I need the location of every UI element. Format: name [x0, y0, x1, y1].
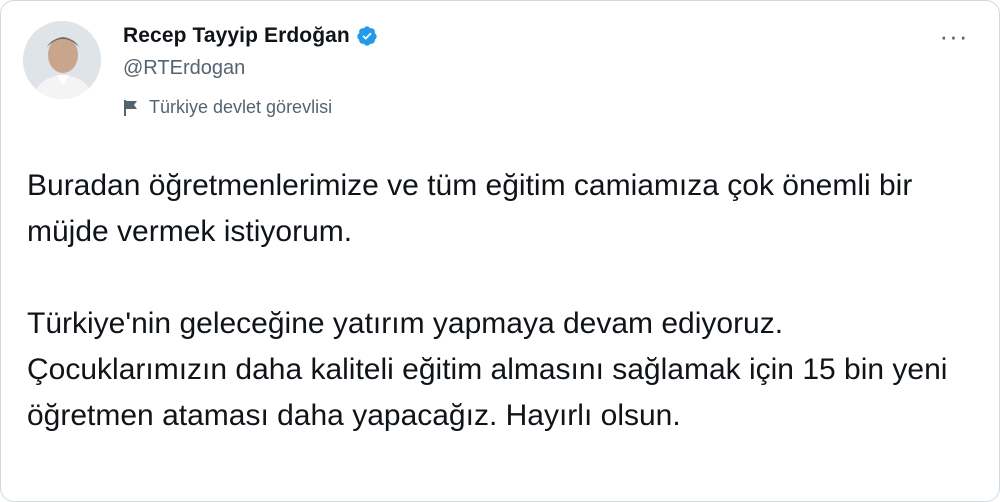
verified-badge-icon — [356, 25, 378, 47]
author-display-name[interactable]: Recep Tayyip Erdoğan — [123, 24, 350, 48]
avatar-image — [23, 21, 101, 99]
more-horizontal-icon: ··· — [939, 21, 969, 51]
author-name-row: Recep Tayyip Erdoğan — [123, 21, 378, 51]
more-options-button[interactable]: ··· — [937, 23, 971, 49]
tweet-paragraph: Buradan öğretmenlerimize ve tüm eğitim c… — [27, 169, 913, 248]
tweet-text: Buradan öğretmenlerimize ve tüm eğitim c… — [27, 163, 967, 439]
tweet-paragraph: Türkiye'nin geleceğine yatırım yapmaya d… — [27, 307, 948, 432]
author-label-text: Türkiye devlet görevlisi — [149, 97, 333, 117]
author-label: Türkiye devlet görevlisi — [123, 97, 332, 118]
tweet-card[interactable]: Recep Tayyip Erdoğan @RTErdogan Türkiye … — [0, 0, 1000, 502]
author-handle[interactable]: @RTErdogan — [123, 57, 245, 80]
flag-icon — [123, 99, 139, 117]
avatar[interactable] — [23, 21, 101, 99]
